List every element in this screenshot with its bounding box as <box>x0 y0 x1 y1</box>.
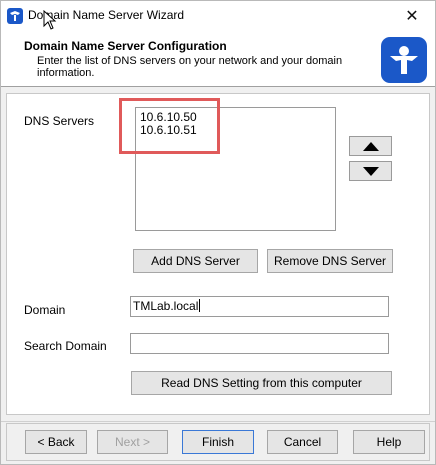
domain-label: Domain <box>24 303 66 317</box>
domain-value: TMLab.local <box>133 299 199 313</box>
close-icon: ✕ <box>405 8 419 25</box>
back-button[interactable]: < Back <box>25 430 87 454</box>
help-button[interactable]: Help <box>353 430 425 454</box>
search-domain-label: Search Domain <box>24 339 107 353</box>
header-title: Domain Name Server Configuration <box>24 39 227 53</box>
header-subtitle: Enter the list of DNS servers on your ne… <box>37 55 343 79</box>
thinmanager-logo-icon <box>381 37 427 83</box>
list-item[interactable]: 10.6.10.51 <box>140 124 331 137</box>
move-up-button[interactable] <box>349 136 392 156</box>
finish-button[interactable]: Finish <box>182 430 254 454</box>
footer-divider <box>1 421 435 422</box>
dns-servers-label: DNS Servers <box>24 114 95 128</box>
move-down-button[interactable] <box>349 161 392 181</box>
cancel-button[interactable]: Cancel <box>267 430 338 454</box>
triangle-down-icon <box>362 166 379 176</box>
read-dns-settings-button[interactable]: Read DNS Setting from this computer <box>131 371 392 395</box>
app-icon <box>7 8 23 24</box>
text-caret <box>199 299 201 312</box>
close-button[interactable]: ✕ <box>389 1 435 31</box>
search-domain-input[interactable] <box>130 333 389 354</box>
next-button[interactable]: Next > <box>97 430 168 454</box>
triangle-up-icon <box>362 141 379 151</box>
wizard-window: Domain Name Server Wizard ✕ Domain Name … <box>0 0 436 465</box>
mouse-pointer-icon <box>43 10 57 30</box>
add-dns-server-button[interactable]: Add DNS Server <box>133 249 258 273</box>
title-bar: Domain Name Server Wizard ✕ <box>1 1 435 31</box>
dns-server-list[interactable]: 10.6.10.50 10.6.10.51 <box>135 107 336 231</box>
remove-dns-server-button[interactable]: Remove DNS Server <box>267 249 393 273</box>
wizard-header: Domain Name Server Configuration Enter t… <box>1 31 435 87</box>
domain-input[interactable]: TMLab.local <box>130 296 389 317</box>
